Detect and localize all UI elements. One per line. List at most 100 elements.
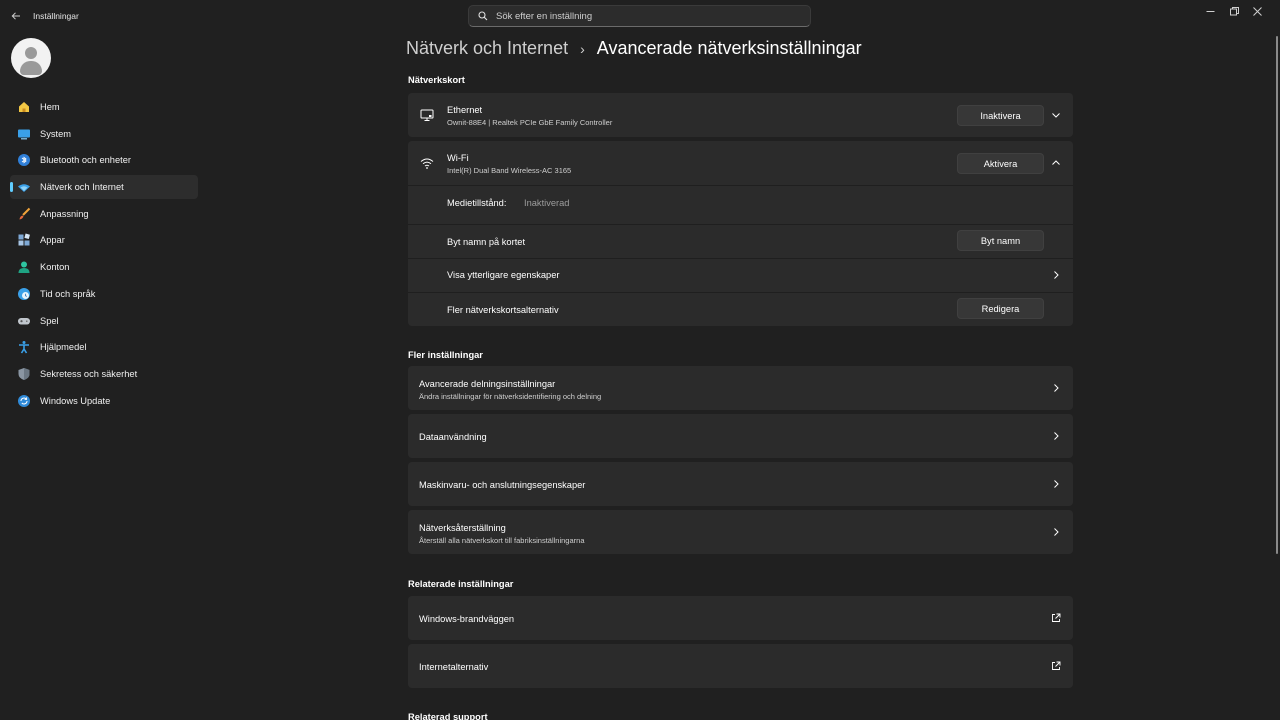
disable-ethernet-button[interactable]: Inaktivera bbox=[957, 105, 1044, 126]
network-reset-subtitle: Återställ alla nätverkskort till fabriks… bbox=[419, 536, 585, 545]
hardware-connection-properties-title: Maskinvaru- och anslutningsegenskaper bbox=[419, 480, 586, 490]
ethernet-icon bbox=[420, 108, 434, 122]
gaming-icon bbox=[17, 314, 31, 328]
chevron-down-icon[interactable] bbox=[1051, 110, 1061, 120]
search-input[interactable] bbox=[496, 10, 796, 22]
data-usage-card[interactable]: Dataanvändning bbox=[408, 414, 1073, 458]
network-reset-text: Nätverksåterställning Återställ alla nät… bbox=[419, 523, 585, 545]
sidebar-item-time-language[interactable]: Tid och språk bbox=[10, 282, 198, 306]
sidebar-item-accessibility[interactable]: Hjälpmedel bbox=[10, 335, 198, 359]
bluetooth-icon bbox=[17, 153, 31, 167]
hardware-connection-properties-text: Maskinvaru- och anslutningsegenskaper bbox=[419, 480, 585, 490]
rename-adapter-label: Byt namn på kortet bbox=[447, 237, 526, 247]
home-icon bbox=[17, 100, 31, 114]
sidebar-item-privacy[interactable]: Sekretess och säkerhet bbox=[10, 362, 198, 386]
ethernet-name: Ethernet bbox=[447, 105, 483, 115]
wifi-icon bbox=[420, 156, 434, 170]
sidebar-item-label: Konton bbox=[40, 262, 70, 273]
section-title-related-settings: Relaterade inställningar bbox=[408, 579, 514, 589]
sidebar-item-label: Tid och språk bbox=[40, 288, 96, 299]
divider bbox=[408, 224, 1073, 225]
brush-icon bbox=[17, 207, 31, 221]
external-link-icon bbox=[1051, 613, 1061, 623]
wifi-info: Wi-Fi Intel(R) Dual Band Wireless-AC 316… bbox=[447, 153, 571, 175]
sidebar-item-label: Anpassning bbox=[40, 208, 89, 219]
sidebar-item-system[interactable]: System bbox=[10, 122, 198, 146]
app-title: Inställningar bbox=[33, 11, 79, 21]
sidebar-nav: Hem System Bluetooth och enheter Nätverk… bbox=[10, 95, 198, 415]
hardware-connection-properties-card[interactable]: Maskinvaru- och anslutningsegenskaper bbox=[408, 462, 1073, 506]
advanced-sharing-settings-text: Avancerade delningsinställningar Ändra i… bbox=[419, 379, 601, 401]
divider bbox=[408, 292, 1073, 293]
internet-options-card[interactable]: Internetalternativ bbox=[408, 644, 1073, 688]
title-bar: Inställningar bbox=[0, 0, 1280, 32]
ethernet-adapter-card[interactable]: Ethernet Ownit-88E4 | Realtek PCIe GbE F… bbox=[408, 93, 1073, 137]
page-title: Avancerade nätverksinställningar bbox=[596, 38, 862, 58]
sidebar-item-gaming[interactable]: Spel bbox=[10, 309, 198, 333]
sidebar-item-bluetooth[interactable]: Bluetooth och enheter bbox=[10, 148, 198, 172]
scrollbar[interactable] bbox=[1276, 36, 1278, 554]
windows-firewall-title: Windows-brandväggen bbox=[419, 614, 515, 624]
sidebar-item-home[interactable]: Hem bbox=[10, 95, 198, 119]
internet-options-text: Internetalternativ bbox=[419, 662, 488, 672]
search-box[interactable] bbox=[468, 5, 811, 27]
sidebar-item-personalization[interactable]: Anpassning bbox=[10, 202, 198, 226]
close-button[interactable] bbox=[1234, 0, 1280, 22]
apps-icon bbox=[17, 233, 31, 247]
media-state-label: Medietillstånd: bbox=[447, 198, 507, 208]
system-icon bbox=[17, 127, 31, 141]
sidebar-item-label: Hem bbox=[40, 102, 60, 112]
close-icon bbox=[1252, 6, 1262, 16]
chevron-up-icon[interactable] bbox=[1051, 158, 1061, 168]
wifi-adapter-card: Wi-Fi Intel(R) Dual Band Wireless-AC 316… bbox=[408, 141, 1073, 326]
windows-firewall-card[interactable]: Windows-brandväggen bbox=[408, 596, 1073, 640]
chevron-right-icon bbox=[1051, 431, 1061, 441]
breadcrumb: Nätverk och Internet › Avancerade nätver… bbox=[406, 38, 862, 59]
enable-wifi-button[interactable]: Aktivera bbox=[957, 153, 1044, 174]
sidebar-item-network[interactable]: Nätverk och Internet bbox=[10, 175, 198, 200]
sidebar-item-label: Nätverk och Internet bbox=[40, 182, 124, 193]
internet-options-title: Internetalternativ bbox=[419, 662, 489, 672]
section-title-network-adapters: Nätverkskort bbox=[408, 75, 465, 85]
user-avatar[interactable] bbox=[11, 38, 51, 78]
edit-adapter-options-button[interactable]: Redigera bbox=[957, 298, 1044, 319]
advanced-sharing-settings-title: Avancerade delningsinställningar bbox=[419, 379, 556, 389]
back-button[interactable] bbox=[8, 8, 24, 24]
divider bbox=[408, 185, 1073, 186]
advanced-sharing-settings-subtitle: Ändra inställningar för nätverksidentifi… bbox=[419, 392, 602, 401]
sidebar-item-label: Bluetooth och enheter bbox=[40, 155, 131, 166]
breadcrumb-separator: › bbox=[580, 40, 585, 57]
external-link-icon bbox=[1051, 661, 1061, 671]
ethernet-description: Ownit-88E4 | Realtek PCIe GbE Family Con… bbox=[447, 118, 613, 127]
windows-update-icon bbox=[17, 394, 31, 408]
wifi-name: Wi-Fi bbox=[447, 153, 469, 163]
sidebar-item-accounts[interactable]: Konton bbox=[10, 255, 198, 279]
accounts-icon bbox=[17, 260, 31, 274]
search-icon bbox=[478, 10, 490, 22]
time-language-icon bbox=[17, 287, 31, 301]
windows-firewall-text: Windows-brandväggen bbox=[419, 614, 514, 624]
view-properties-label: Visa ytterligare egenskaper bbox=[447, 270, 560, 280]
wifi-description: Intel(R) Dual Band Wireless-AC 3165 bbox=[447, 166, 572, 175]
accessibility-icon bbox=[17, 340, 31, 354]
sidebar-item-windows-update[interactable]: Windows Update bbox=[10, 389, 198, 413]
view-properties-row[interactable]: Visa ytterligare egenskaper bbox=[408, 259, 1073, 292]
chevron-right-icon bbox=[1051, 383, 1061, 393]
sidebar-item-apps[interactable]: Appar bbox=[10, 228, 198, 252]
shield-icon bbox=[17, 367, 31, 381]
breadcrumb-parent-link[interactable]: Nätverk och Internet bbox=[406, 38, 568, 59]
media-state-value: Inaktiverad bbox=[524, 198, 570, 208]
sidebar-item-label: Sekretess och säkerhet bbox=[40, 368, 138, 379]
sidebar-item-label: Windows Update bbox=[40, 395, 111, 406]
network-reset-card[interactable]: Nätverksåterställning Återställ alla nät… bbox=[408, 510, 1073, 554]
advanced-sharing-settings-card[interactable]: Avancerade delningsinställningar Ändra i… bbox=[408, 366, 1073, 410]
rename-adapter-button[interactable]: Byt namn bbox=[957, 230, 1044, 251]
avatar-body bbox=[20, 61, 42, 75]
chevron-right-icon bbox=[1051, 527, 1061, 537]
section-title-more-settings: Fler inställningar bbox=[408, 350, 483, 360]
avatar-head bbox=[25, 47, 37, 59]
section-title-related-support: Relaterad support bbox=[408, 712, 488, 720]
sidebar-item-label: Hjälpmedel bbox=[40, 342, 87, 353]
network-reset-title: Nätverksåterställning bbox=[419, 523, 506, 533]
data-usage-title: Dataanvändning bbox=[419, 432, 487, 442]
